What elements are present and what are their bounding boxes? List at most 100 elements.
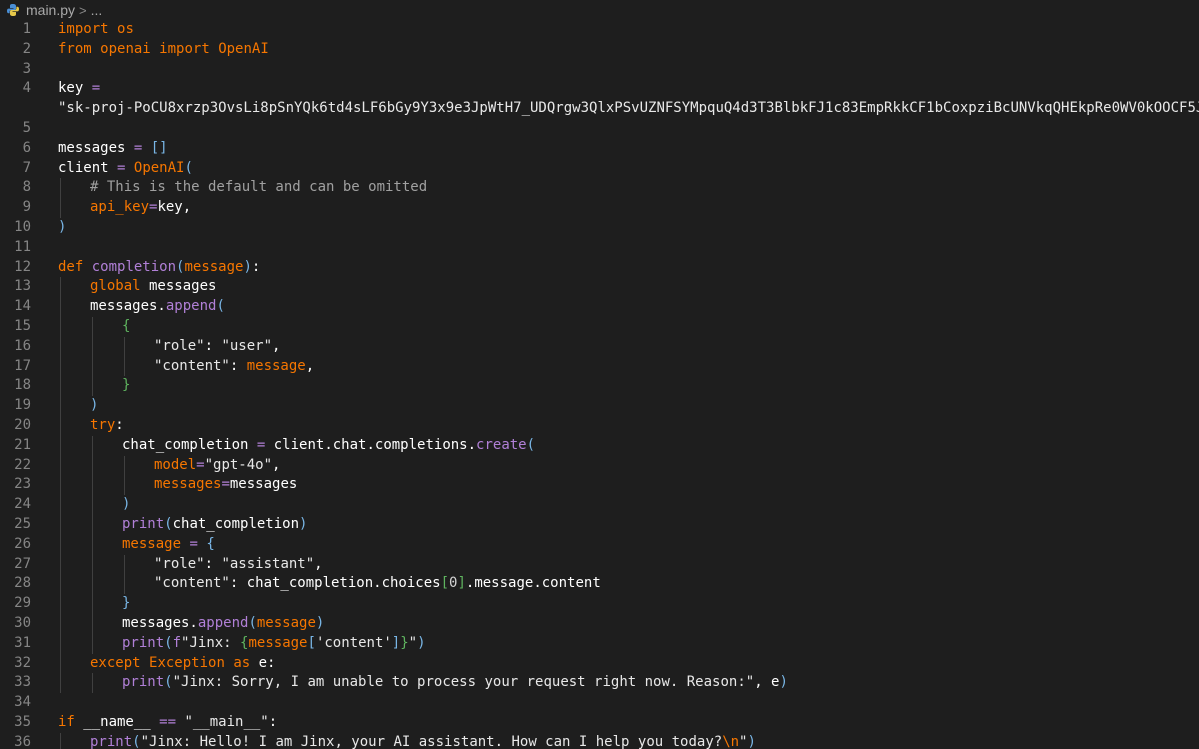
code-token: :: [204, 337, 222, 354]
code-line[interactable]: 23 messages=messages: [0, 475, 1199, 495]
code-line[interactable]: 14 messages.append(: [0, 297, 1199, 317]
code-line[interactable]: 32 except Exception as e:: [0, 654, 1199, 674]
code-token: 'content': [315, 634, 392, 651]
code-line[interactable]: 35 if __name__ == "__main__":: [0, 713, 1199, 733]
line-number: 35: [14, 714, 31, 730]
code-line[interactable]: "sk-proj-PoCU8xrzp3OvsLi8pSnYQk6td4sLF6b…: [0, 99, 1199, 119]
code-line[interactable]: 27 "role": "assistant",: [0, 555, 1199, 575]
code-line[interactable]: 31 print(f"Jinx: {message['content']}"): [0, 634, 1199, 654]
code-line[interactable]: 3: [0, 60, 1199, 80]
code-text: messages=messages: [154, 475, 297, 495]
indent-guide: [92, 356, 93, 377]
indent-guide: [60, 435, 61, 456]
code-line[interactable]: 33 print("Jinx: Sorry, I am unable to pro…: [0, 673, 1199, 693]
indent-guide: [124, 554, 125, 575]
code-line[interactable]: 26 message = {: [0, 535, 1199, 555]
code-token: , e: [754, 674, 780, 691]
indent-guide: [60, 673, 61, 694]
code-token: (: [164, 634, 173, 651]
code-token: messages.: [122, 615, 198, 631]
code-token: ,: [272, 337, 281, 354]
code-token: (: [216, 298, 225, 315]
line-number: 33: [14, 674, 31, 691]
indent-guide: [92, 376, 93, 397]
line-number: 24: [14, 496, 31, 513]
line-number: 11: [14, 238, 31, 255]
code-line[interactable]: 36 print("Jinx: Hello! I am Jinx, your AI…: [0, 733, 1199, 749]
code-text: }: [122, 594, 130, 614]
code-token: model: [154, 456, 197, 473]
code-line[interactable]: 21 chat_completion = client.chat.completi…: [0, 436, 1199, 456]
code-text: messages.append(message): [122, 614, 324, 634]
code-line[interactable]: 16 "role": "user",: [0, 337, 1199, 357]
code-line[interactable]: 15 {: [0, 317, 1199, 337]
code-line[interactable]: 20 try:: [0, 416, 1199, 436]
code-token: "sk-proj-PoCU8xrzp3OvsLi8pSnYQk6td4sLF6b…: [58, 100, 1199, 117]
code-line[interactable]: 19): [0, 396, 1199, 416]
line-number: 20: [14, 417, 31, 433]
code-line[interactable]: 6 messages = []: [0, 139, 1199, 159]
code-token: messages.: [90, 298, 166, 315]
code-line[interactable]: 4 key =: [0, 79, 1199, 99]
code-text: ): [58, 218, 66, 238]
indent-guide: [60, 198, 61, 218]
code-token: ): [779, 674, 788, 691]
code-token: append: [165, 298, 217, 315]
code-token: key: [58, 80, 84, 97]
code-token: message: [246, 357, 306, 374]
code-line[interactable]: 24): [0, 495, 1199, 515]
code-line[interactable]: 12 def completion(message):: [0, 258, 1199, 278]
indent-guide: [92, 633, 93, 654]
code-token: Exception: [149, 654, 225, 671]
code-line[interactable]: 10): [0, 218, 1199, 238]
code-token: append: [197, 615, 249, 631]
indent-guide: [60, 297, 61, 317]
code-line[interactable]: 13 global messages: [0, 277, 1199, 297]
code-line[interactable]: 34: [0, 693, 1199, 713]
code-text: # This is the default and can be omitted: [90, 178, 427, 198]
code-line[interactable]: 22 model="gpt-4o",: [0, 456, 1199, 476]
code-line[interactable]: 25 print(chat_completion): [0, 515, 1199, 535]
code-token: ,: [272, 456, 281, 473]
code-line[interactable]: 7 client = OpenAI(: [0, 159, 1199, 179]
code-token: "gpt-4o": [204, 456, 273, 473]
code-line[interactable]: 1 import os: [0, 20, 1199, 40]
code-text: print("Jinx: Sorry, I am unable to proce…: [122, 673, 788, 693]
code-line[interactable]: 8 # This is the default and can be omitte…: [0, 178, 1199, 198]
code-token: except: [90, 654, 141, 671]
line-number: 32: [14, 654, 31, 671]
line-number: 6: [22, 139, 31, 156]
code-token: "assistant": [221, 555, 315, 572]
code-text: def completion(message):: [58, 258, 260, 278]
breadcrumb-file[interactable]: main.py: [26, 2, 75, 18]
line-number: 19: [14, 397, 31, 414]
code-token: =: [221, 476, 230, 493]
code-text: print("Jinx: Hello! I am Jinx, your AI a…: [90, 733, 756, 749]
code-token: create: [476, 436, 527, 453]
code-token: "user": [221, 337, 273, 354]
code-token: client.chat.completions.: [265, 436, 477, 453]
code-token: ): [299, 516, 308, 532]
line-number: 28: [14, 575, 31, 592]
code-line[interactable]: 11: [0, 238, 1199, 258]
code-line[interactable]: 9 api_key=key,: [0, 198, 1199, 218]
line-number: 31: [14, 634, 31, 651]
code-line[interactable]: 28 "content": chat_completion.choices[0].…: [0, 574, 1199, 594]
code-line[interactable]: 30 messages.append(message): [0, 614, 1199, 634]
code-editor[interactable]: 1 import os 2 from openai import OpenAI 3 4 ke…: [0, 20, 1199, 749]
code-text: model="gpt-4o",: [154, 456, 280, 476]
code-text: ): [122, 495, 130, 515]
line-number: 22: [14, 456, 31, 473]
line-number: 10: [14, 219, 31, 235]
line-number: 25: [14, 516, 31, 532]
code-line[interactable]: 29}: [0, 594, 1199, 614]
breadcrumb-ellipsis[interactable]: ...: [91, 2, 103, 18]
code-line[interactable]: 18}: [0, 376, 1199, 396]
code-line[interactable]: 2 from openai import OpenAI: [0, 40, 1199, 60]
code-line[interactable]: 17 "content": message,: [0, 357, 1199, 377]
code-token: message: [122, 535, 182, 552]
code-text: try:: [90, 416, 124, 436]
code-token: ): [122, 496, 131, 513]
code-token: :: [229, 357, 247, 374]
code-line[interactable]: 5: [0, 119, 1199, 139]
